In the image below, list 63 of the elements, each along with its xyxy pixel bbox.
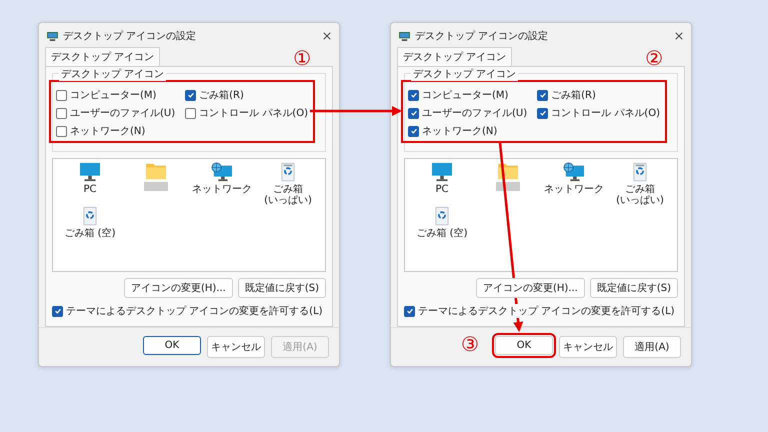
checkbox-label[interactable]: ネットワーク(N) (70, 124, 146, 138)
checkbox[interactable] (52, 306, 63, 316)
checkbox[interactable] (408, 126, 419, 136)
action-button[interactable]: アイコンの変更(H)... (476, 278, 585, 298)
checkbox-label[interactable]: ユーザーのファイル(U) (70, 106, 176, 120)
icon-label[interactable]: ネットワーク (189, 184, 255, 195)
icon-label[interactable]: ごみ箱 (いっぱい) (607, 184, 673, 206)
checkbox[interactable] (56, 126, 67, 136)
window-title: デスクトップ アイコンの設定 (415, 30, 550, 43)
dialog-button[interactable]: キャンセル (559, 336, 617, 358)
folder-icon (145, 162, 167, 180)
checkbox-label[interactable]: ごみ箱(R) (199, 88, 244, 102)
group-label: デスクトップ アイコン (411, 67, 518, 81)
checkbox-label[interactable]: テーマによるデスクトップ アイコンの変更を許可する(L) (418, 304, 675, 318)
checkbox-label[interactable]: コントロール パネル(O) (551, 106, 660, 120)
dialog-button[interactable]: OK (143, 336, 201, 355)
checkbox[interactable] (408, 108, 419, 118)
icon-label[interactable]: PC (409, 184, 475, 195)
step-number: ① (293, 48, 311, 68)
recycle-bin-icon (83, 206, 97, 226)
icon-label[interactable]: ネットワーク (541, 184, 607, 195)
step-number: ③ (461, 334, 479, 354)
tab[interactable]: デスクトップ アイコン (45, 47, 160, 66)
checkbox[interactable] (185, 108, 196, 118)
icon-label[interactable]: ごみ箱 (空) (409, 228, 475, 239)
checkbox-label[interactable]: ユーザーのファイル(U) (422, 106, 528, 120)
recycle-bin-icon (435, 206, 449, 226)
group-label: デスクトップ アイコン (59, 67, 166, 81)
checkbox-label[interactable]: コントロール パネル(O) (199, 106, 308, 120)
action-button[interactable]: 既定値に戻す(S) (238, 278, 326, 298)
icon-label[interactable]: ごみ箱 (いっぱい) (255, 184, 321, 206)
dialog-button[interactable]: キャンセル (207, 336, 265, 358)
checkbox[interactable] (56, 108, 67, 118)
step-number: ② (645, 48, 663, 68)
close-icon[interactable] (675, 32, 683, 40)
checkbox[interactable] (408, 90, 419, 100)
checkbox[interactable] (537, 108, 548, 118)
close-icon[interactable] (323, 32, 331, 40)
checkbox[interactable] (537, 90, 548, 100)
window-title: デスクトップ アイコンの設定 (63, 30, 198, 43)
checkbox-label[interactable]: コンピューター(M) (70, 88, 156, 102)
dialog-button[interactable]: OK (495, 336, 553, 355)
monitor-icon (79, 162, 101, 182)
checkbox-label[interactable]: テーマによるデスクトップ アイコンの変更を許可する(L) (66, 304, 323, 318)
network-monitor-icon (211, 162, 233, 182)
icon-label[interactable]: PC (57, 184, 123, 195)
checkbox-label[interactable]: コンピューター(M) (422, 88, 508, 102)
checkbox[interactable] (404, 306, 415, 316)
dialog-button[interactable]: 適用(A) (623, 336, 681, 358)
action-button[interactable]: 既定値に戻す(S) (590, 278, 678, 298)
monitor-icon (431, 162, 453, 182)
recycle-bin-icon (281, 162, 295, 182)
checkbox-label[interactable]: ごみ箱(R) (551, 88, 596, 102)
display-settings-icon (47, 32, 58, 40)
action-button[interactable]: アイコンの変更(H)... (124, 278, 233, 298)
recycle-bin-icon (633, 162, 647, 182)
display-settings-icon (399, 32, 410, 40)
icon-label[interactable]: ごみ箱 (空) (57, 228, 123, 239)
checkbox[interactable] (185, 90, 196, 100)
tab[interactable]: デスクトップ アイコン (397, 47, 512, 66)
network-monitor-icon (563, 162, 585, 182)
checkbox[interactable] (56, 90, 67, 100)
checkbox-label[interactable]: ネットワーク(N) (422, 124, 498, 138)
